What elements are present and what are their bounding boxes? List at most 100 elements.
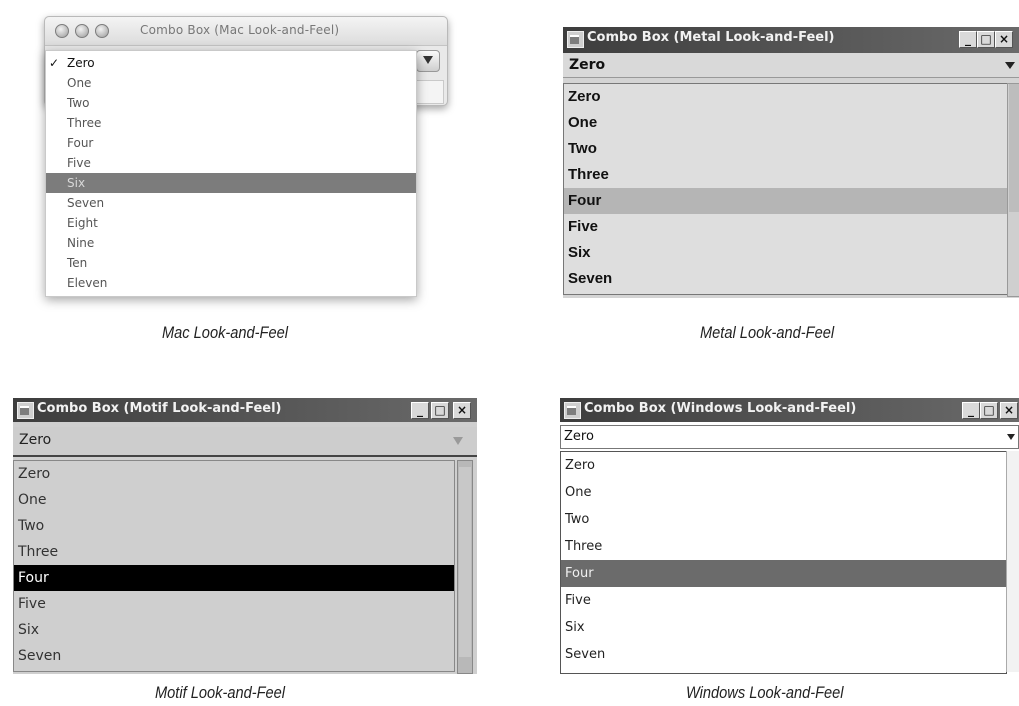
mac-list-item-label: Eleven xyxy=(67,276,108,290)
windows-list-item-label: Three xyxy=(565,539,603,554)
motif-list-item-label: Zero xyxy=(18,466,51,482)
close-icon[interactable] xyxy=(55,24,69,38)
motif-list-item[interactable]: One xyxy=(14,487,454,513)
windows-dropdown-list[interactable]: Zero One Two Three Four Five Six Seven xyxy=(560,451,1007,674)
windows-combo-field[interactable]: Zero xyxy=(560,425,1019,449)
mac-list-item[interactable]: Five xyxy=(46,153,416,173)
mac-list-item[interactable]: Three xyxy=(46,113,416,133)
windows-list-item[interactable]: Zero xyxy=(561,452,1006,479)
mac-list-item[interactable]: Four xyxy=(46,133,416,153)
mac-caption: Mac Look-and-Feel xyxy=(162,323,288,342)
close-button[interactable]: × xyxy=(453,402,471,419)
mac-list-item[interactable]: One xyxy=(46,73,416,93)
mac-list-item[interactable]: Ten xyxy=(46,253,416,273)
motif-combo-field[interactable]: Zero xyxy=(13,427,477,457)
windows-list-item-label: Five xyxy=(565,593,591,608)
windows-list-item-label: Zero xyxy=(565,458,595,473)
motif-list-item[interactable]: Four xyxy=(14,565,454,591)
metal-list-item[interactable]: Three xyxy=(564,162,1008,188)
windows-list-item[interactable]: One xyxy=(561,479,1006,506)
windows-list-item[interactable]: Seven xyxy=(561,641,1006,668)
mac-list-item[interactable]: Nine xyxy=(46,233,416,253)
metal-titlebar[interactable]: Combo Box (Metal Look-and-Feel) _ □ × xyxy=(563,27,1019,53)
metal-list-item[interactable]: Five xyxy=(564,214,1008,240)
metal-list-item[interactable]: Zero xyxy=(564,84,1008,110)
metal-dropdown-list[interactable]: Zero One Two Three Four Five Six Seven xyxy=(563,83,1009,295)
mac-combo-arrow-button[interactable] xyxy=(416,50,440,72)
minimize-button[interactable]: _ xyxy=(962,402,980,419)
mac-list-item-label: Nine xyxy=(67,236,95,250)
java-cup-icon xyxy=(17,402,34,419)
mac-list-item-label: Eight xyxy=(67,216,98,230)
mac-list-item[interactable]: ✓ Zero xyxy=(46,53,416,73)
motif-list-item[interactable]: Zero xyxy=(14,461,454,487)
mac-list-item-label: Two xyxy=(67,96,90,110)
mac-combo-field-edge xyxy=(416,80,444,104)
minimize-icon[interactable] xyxy=(75,24,89,38)
motif-scrollbar[interactable] xyxy=(457,460,473,674)
windows-list-item[interactable]: Four xyxy=(561,560,1006,587)
chevron-down-icon[interactable] xyxy=(1005,62,1015,69)
minimize-button[interactable]: _ xyxy=(959,31,977,48)
mac-list-item-label: Seven xyxy=(67,196,105,210)
windows-list-item[interactable]: Two xyxy=(561,506,1006,533)
mac-window-title: Combo Box (Mac Look-and-Feel) xyxy=(140,23,340,37)
maximize-button[interactable]: □ xyxy=(980,402,998,419)
windows-list-item[interactable]: Three xyxy=(561,533,1006,560)
mac-list-item[interactable]: Eleven xyxy=(46,273,416,293)
close-button[interactable]: × xyxy=(995,31,1013,48)
motif-scroll-thumb[interactable] xyxy=(459,467,471,657)
windows-list-item-label: Six xyxy=(565,620,585,635)
motif-list-item[interactable]: Six xyxy=(14,617,454,643)
checkmark-icon: ✓ xyxy=(49,56,60,70)
windows-list-item[interactable]: Five xyxy=(561,587,1006,614)
metal-list-item-label: Five xyxy=(568,218,599,235)
mac-list-item[interactable]: Two xyxy=(46,93,416,113)
windows-window-title: Combo Box (Windows Look-and-Feel) xyxy=(584,401,857,416)
minimize-button[interactable]: _ xyxy=(411,402,429,419)
windows-combo-value: Zero xyxy=(564,429,594,444)
motif-list-item-label: Five xyxy=(18,596,46,612)
zoom-icon[interactable] xyxy=(95,24,109,38)
metal-list-item[interactable]: Seven xyxy=(564,266,1008,292)
metal-list-item[interactable]: Four xyxy=(564,188,1008,214)
chevron-down-icon[interactable] xyxy=(453,437,463,445)
metal-combo-value: Zero xyxy=(569,57,606,73)
motif-dropdown-list[interactable]: Zero One Two Three Four Five Six Seven xyxy=(13,460,455,672)
motif-titlebar[interactable]: Combo Box (Motif Look-and-Feel) _ □ × xyxy=(13,398,477,422)
mac-list-item-label: Three xyxy=(67,116,102,130)
metal-list-item[interactable]: One xyxy=(564,110,1008,136)
windows-window: Combo Box (Windows Look-and-Feel) _ □ × … xyxy=(560,398,1019,674)
metal-scroll-thumb[interactable] xyxy=(1009,84,1019,212)
windows-list-item-label: Seven xyxy=(565,647,606,662)
metal-scrollbar[interactable] xyxy=(1007,83,1019,297)
windows-list-item[interactable]: Six xyxy=(561,614,1006,641)
windows-list-item-label: Four xyxy=(565,566,594,581)
metal-list-item-label: Six xyxy=(568,244,591,261)
windows-list-item-label: One xyxy=(565,485,592,500)
mac-dropdown-list[interactable]: ✓ Zero One Two Three Four Five Six Seven Eight Nin… xyxy=(45,50,417,297)
motif-list-item[interactable]: Three xyxy=(14,539,454,565)
metal-list-item[interactable]: Two xyxy=(564,136,1008,162)
chevron-down-icon[interactable] xyxy=(1007,434,1015,440)
metal-combo-field[interactable]: Zero xyxy=(563,53,1019,78)
maximize-button[interactable]: □ xyxy=(431,402,449,419)
mac-list-item[interactable]: Six xyxy=(46,173,416,193)
windows-titlebar[interactable]: Combo Box (Windows Look-and-Feel) _ □ × xyxy=(560,398,1019,422)
windows-caption: Windows Look-and-Feel xyxy=(686,683,844,702)
motif-list-item[interactable]: Two xyxy=(14,513,454,539)
mac-list-item-label: Five xyxy=(67,156,91,170)
motif-list-item-label: One xyxy=(18,492,47,508)
mac-list-item[interactable]: Seven xyxy=(46,193,416,213)
motif-list-item[interactable]: Five xyxy=(14,591,454,617)
metal-list-item[interactable]: Six xyxy=(564,240,1008,266)
mac-titlebar[interactable]: Combo Box (Mac Look-and-Feel) xyxy=(45,17,447,46)
motif-list-item[interactable]: Seven xyxy=(14,643,454,669)
close-button[interactable]: × xyxy=(1000,402,1018,419)
mac-list-item[interactable]: Eight xyxy=(46,213,416,233)
metal-list-item-label: Two xyxy=(568,140,597,157)
maximize-button[interactable]: □ xyxy=(977,31,995,48)
motif-list-item-label: Four xyxy=(18,570,49,586)
motif-list-item-label: Seven xyxy=(18,648,62,664)
windows-scrollbar[interactable] xyxy=(1006,451,1019,672)
